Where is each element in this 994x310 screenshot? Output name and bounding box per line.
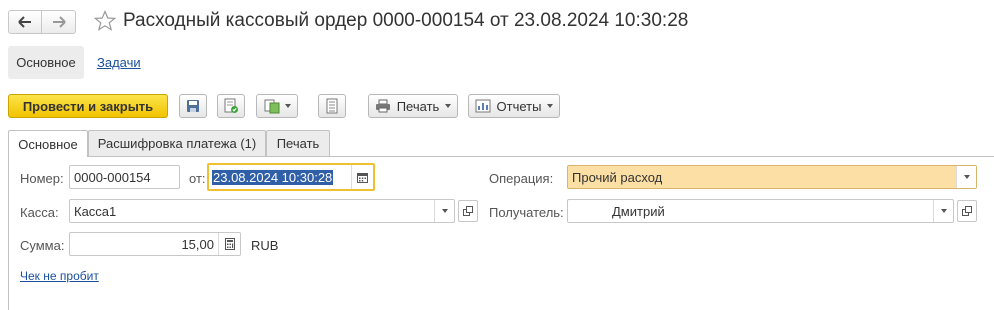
sum-label: Сумма: bbox=[20, 238, 65, 253]
recipient-select[interactable]: Дмитрий bbox=[567, 199, 954, 223]
print-button-label: Печать bbox=[396, 98, 440, 114]
recipient-label: Получатель: bbox=[489, 205, 564, 220]
date-label: от: bbox=[189, 171, 206, 186]
operation-value: Прочий расход bbox=[572, 169, 663, 185]
sum-value: 15,00 bbox=[181, 236, 214, 252]
number-label: Номер: bbox=[20, 171, 64, 186]
chevron-down-icon bbox=[963, 175, 970, 179]
chevron-down-icon bbox=[445, 104, 452, 108]
tab-payment-details[interactable]: Расшифровка платежа (1) bbox=[88, 130, 266, 156]
recipient-value: Дмитрий bbox=[612, 203, 665, 219]
save-button[interactable] bbox=[179, 94, 207, 118]
calendar-button[interactable] bbox=[351, 165, 373, 189]
page-title: Расходный кассовый ордер 0000-000154 от … bbox=[123, 10, 689, 31]
recipient-open-button[interactable] bbox=[957, 200, 977, 222]
post-and-close-button[interactable]: Провести и закрыть bbox=[8, 94, 168, 118]
calendar-icon bbox=[357, 172, 368, 183]
favorite-star-icon[interactable] bbox=[93, 9, 117, 32]
cash-open-button[interactable] bbox=[458, 200, 478, 222]
create-based-on-button[interactable] bbox=[256, 94, 298, 118]
currency-label: RUB bbox=[251, 238, 279, 253]
reports-button[interactable]: Отчеты bbox=[468, 94, 560, 118]
date-input[interactable]: 23.08.2024 10:30:28 bbox=[207, 163, 375, 191]
number-input[interactable]: 0000-000154 bbox=[69, 165, 180, 189]
tab-main[interactable]: Основное bbox=[8, 130, 88, 157]
printer-icon bbox=[375, 99, 390, 113]
save-disk-icon bbox=[187, 100, 199, 112]
operation-select[interactable]: Прочий расход bbox=[567, 165, 977, 189]
date-value-selected: 23.08.2024 10:30:28 bbox=[212, 169, 334, 185]
reports-button-label: Отчеты bbox=[496, 98, 542, 114]
create-based-on-icon bbox=[264, 99, 279, 114]
forward-button[interactable] bbox=[42, 10, 76, 34]
post-document-icon bbox=[224, 98, 238, 113]
chevron-down-icon bbox=[284, 104, 291, 108]
document-list-icon bbox=[326, 98, 338, 114]
section-tasks-link[interactable]: Задачи bbox=[97, 55, 141, 70]
chevron-down-icon bbox=[547, 104, 554, 108]
section-main[interactable]: Основное bbox=[8, 46, 84, 79]
post-button[interactable] bbox=[217, 94, 245, 118]
calculator-button[interactable] bbox=[218, 233, 240, 255]
arrow-left-icon bbox=[18, 16, 31, 28]
arrow-right-icon bbox=[52, 16, 66, 28]
sum-input[interactable]: 15,00 bbox=[69, 232, 241, 256]
open-window-icon bbox=[962, 206, 972, 216]
journal-button[interactable] bbox=[318, 94, 346, 118]
chevron-down-icon bbox=[441, 209, 448, 213]
cash-dropdown-button[interactable] bbox=[434, 200, 454, 222]
cash-label: Касса: bbox=[20, 205, 59, 220]
cash-value: Касса1 bbox=[74, 203, 117, 219]
operation-dropdown-button[interactable] bbox=[956, 166, 976, 188]
recipient-dropdown-button[interactable] bbox=[933, 200, 953, 222]
form-left-border bbox=[8, 156, 9, 310]
operation-label: Операция: bbox=[489, 171, 554, 186]
reports-icon bbox=[475, 99, 491, 113]
back-button[interactable] bbox=[8, 10, 42, 34]
cash-select[interactable]: Касса1 bbox=[69, 199, 455, 223]
receipt-not-printed-link[interactable]: Чек не пробит bbox=[20, 269, 99, 283]
chevron-down-icon bbox=[940, 209, 947, 213]
calculator-icon bbox=[224, 238, 235, 250]
open-window-icon bbox=[463, 206, 473, 216]
print-button[interactable]: Печать bbox=[368, 94, 458, 118]
tab-print[interactable]: Печать bbox=[266, 130, 330, 156]
tab-divider bbox=[8, 156, 994, 157]
